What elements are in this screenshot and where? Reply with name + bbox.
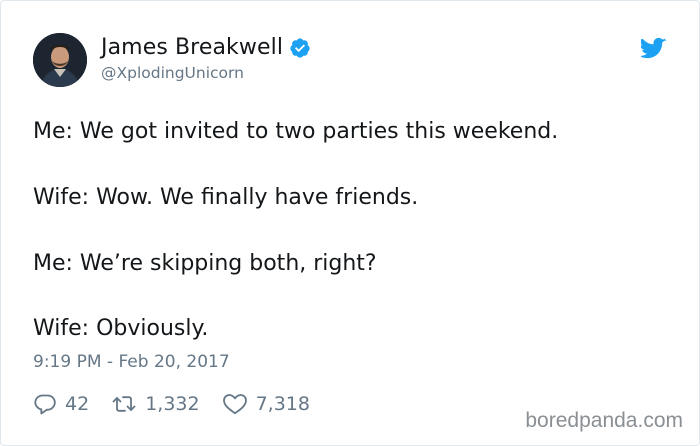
author-name[interactable]: James Breakwell	[101, 35, 283, 60]
reply-icon	[34, 394, 56, 415]
reply-button[interactable]: 42	[33, 392, 89, 416]
watermark: boredpanda.com	[525, 409, 683, 432]
tweet-text-line: Me: We’re skipping both, right?	[33, 251, 377, 276]
author-handle[interactable]: @XplodingUnicorn	[101, 64, 244, 82]
tweet-text-line: Wife: Obviously.	[33, 316, 209, 341]
tweet-actions: 42 1,332 7,318	[33, 392, 332, 416]
verified-badge-icon	[290, 37, 310, 58]
tweet-timestamp[interactable]: 9:19 PM - Feb 20, 2017	[33, 352, 230, 372]
retweet-count: 1,332	[145, 393, 200, 415]
avatar[interactable]	[33, 33, 87, 87]
author-name-row: James Breakwell	[101, 35, 311, 60]
like-count: 7,318	[255, 393, 310, 415]
avatar-image	[33, 33, 87, 87]
tweet-card: James Breakwell @XplodingUnicorn Me: We …	[0, 0, 700, 446]
retweet-button[interactable]: 1,332	[111, 392, 200, 416]
twitter-bird-icon[interactable]	[641, 37, 667, 59]
like-button[interactable]: 7,318	[222, 392, 310, 416]
tweet-text-line: Me: We got invited to two parties this w…	[33, 119, 559, 144]
heart-icon	[222, 394, 247, 415]
reply-count: 42	[65, 393, 90, 415]
retweet-icon	[112, 396, 136, 412]
tweet-text-line: Wife: Wow. We finally have friends.	[33, 185, 419, 210]
